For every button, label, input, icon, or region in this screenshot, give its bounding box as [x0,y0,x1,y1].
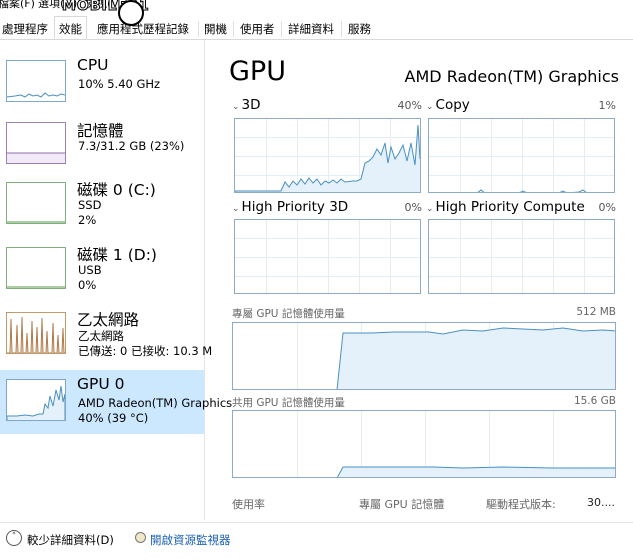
tab-processes[interactable]: 處理程序 [0,17,52,38]
memory-title: 記憶體 [77,122,124,140]
tab-performance[interactable]: 效能 [54,16,87,39]
cpu-thumbnail-graph [6,60,66,102]
memory-thumbnail-graph [6,122,66,164]
engine-3d-label: 3D [241,97,261,113]
resource-item-disk1[interactable]: 磁碟 1 (D:) USB 0% [0,245,204,310]
ethernet-adapter: 乙太網路 [78,329,124,343]
shared-memory-label: 共用 GPU 記憶體使用量 [232,397,345,409]
chevron-down-icon: ⌄ [426,204,434,214]
ethernet-thumbnail-graph [6,312,66,354]
disk1-usage: 0% [78,278,97,292]
disk0-thumbnail-graph [6,182,66,224]
engine-copy-graph [428,118,615,193]
dedicated-memory-graph [232,322,616,390]
driver-version-value: 30.... [587,496,615,509]
resource-list: CPU 10% 5.40 GHz 記憶體 7.3/31.2 GB (23%) 磁… [0,40,232,520]
resource-item-ethernet[interactable]: 乙太網路 乙太網路 已傳送: 0 已接收: 10.3 M [0,310,212,375]
engine-copy-percent: 1% [598,99,616,112]
engine-copy-selector[interactable]: ⌄ Copy [426,97,470,113]
chevron-down-icon: ⌄ [232,102,240,112]
shared-memory-graph [232,410,616,478]
gpu0-thumbnail-graph [6,379,66,421]
engine-hp3d-label: High Priority 3D [241,199,349,215]
resource-item-disk0[interactable]: 磁碟 0 (C:) SSD 2% [0,180,204,245]
dedicated-memory-label: 專屬 GPU 記憶體使用量 [232,308,345,320]
engine-hpcompute-selector[interactable]: ⌄ High Priority Compute [426,199,585,215]
gpu0-title: GPU 0 [77,375,125,393]
utilization-label: 使用率 [232,498,265,511]
engine-hpcompute-label: High Priority Compute [435,199,585,215]
fewer-details-button[interactable]: 較少詳細資料(D) [27,532,114,548]
menu-file[interactable]: 檔案(F) [0,0,35,9]
cpu-title: CPU [77,56,109,74]
chevron-up-icon[interactable]: ˄ [6,530,22,546]
disk0-usage: 2% [78,213,97,227]
tab-details[interactable]: 詳細資料 [284,17,338,38]
engine-3d-percent: 40% [397,99,422,112]
engine-hp3d-percent: 0% [404,201,422,214]
resource-item-gpu0[interactable]: GPU 0 AMD Radeon(TM) Graphics 40% (39 °C… [0,370,232,434]
gpu0-usage: 40% (39 °C) [78,411,149,425]
disk0-type: SSD [78,198,102,212]
tab-app-history[interactable]: 應用程式歷程記錄 [93,17,193,38]
chevron-down-icon: ⌄ [232,204,240,214]
footer-bar: ˄ 較少詳細資料(D) 開啟資源監視器 [0,522,633,560]
engine-3d-graph [234,118,421,193]
cpu-usage: 10% 5.40 GHz [78,77,161,91]
engine-hpcompute-percent: 0% [598,201,616,214]
resource-item-cpu[interactable]: CPU 10% 5.40 GHz [0,53,204,118]
ethernet-title: 乙太網路 [77,311,140,329]
disk0-title: 磁碟 0 (C:) [77,181,156,199]
page-title: GPU [229,56,286,87]
shared-memory-max: 15.6 GB [573,395,616,407]
resource-item-memory[interactable]: 記憶體 7.3/31.2 GB (23%) [0,117,204,182]
ethernet-throughput: 已傳送: 0 已接收: 10.3 M [78,344,213,358]
engine-hp3d-selector[interactable]: ⌄ High Priority 3D [232,199,348,215]
engine-hpcompute-graph [428,219,615,294]
dedicated-memory-max: 512 MB [576,306,616,318]
engine-hp3d-graph [234,219,421,294]
disk1-type: USB [78,263,102,277]
resource-monitor-icon [135,532,146,543]
tab-bar: 處理程序 效能 應用程式歷程記錄 開機 使用者 詳細資料 服務 [0,16,633,40]
engine-copy-label: Copy [435,97,470,113]
gpu-model-name: AMD Radeon(TM) Graphics [404,67,619,86]
tab-users[interactable]: 使用者 [236,17,279,38]
disk1-thumbnail-graph [6,247,66,289]
tab-startup[interactable]: 開機 [200,17,231,38]
open-resource-monitor-link[interactable]: 開啟資源監視器 [150,532,231,548]
engine-3d-selector[interactable]: ⌄ 3D [232,97,261,113]
chevron-down-icon: ⌄ [426,102,434,112]
memory-usage: 7.3/31.2 GB (23%) [78,139,185,153]
disk1-title: 磁碟 1 (D:) [77,246,157,264]
dedicated-memory-stat-label: 專屬 GPU 記憶體 [359,498,445,511]
tab-services[interactable]: 服務 [344,17,375,38]
driver-version-label: 驅動程式版本: [486,498,556,511]
gpu0-name: AMD Radeon(TM) Graphics [78,396,233,410]
